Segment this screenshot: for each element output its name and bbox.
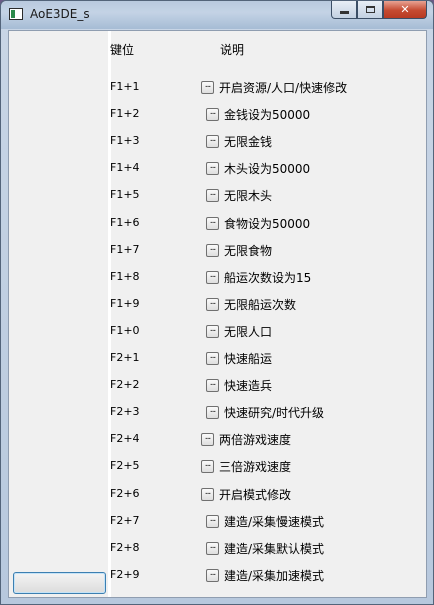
ellipsis-button[interactable]: ... <box>206 243 219 257</box>
hotkey-row: F1+4... 木头设为50000 <box>9 159 426 179</box>
hotkey-label: F2+1 <box>110 351 140 364</box>
ellipsis-button[interactable]: ... <box>206 297 219 311</box>
maximize-button[interactable] <box>357 1 383 19</box>
hotkey-row: F1+8... 船运次数设为15 <box>9 268 426 288</box>
hotkey-label: F2+5 <box>110 459 140 473</box>
key-column-header: 键位 <box>110 43 135 57</box>
hotkey-row: F1+7... 无限食物 <box>9 241 426 261</box>
hotkey-description: 金钱设为50000 <box>224 108 311 123</box>
client-area: 键位 说明 F1+1... 开启资源/人口/快速修改 F1+2... 金钱设为5000… <box>8 30 427 598</box>
title-bar[interactable]: AoE3DE_s ✕ <box>1 1 433 29</box>
ellipsis-button[interactable]: ... <box>206 162 219 176</box>
hotkey-description: 无限金钱 <box>224 135 273 150</box>
hotkey-label: F1+0 <box>110 323 140 337</box>
hotkey-row: F2+5... 三倍游戏速度 <box>9 457 426 477</box>
hotkey-description: 建造/采集默认模式 <box>224 541 325 556</box>
close-icon: ✕ <box>400 3 410 16</box>
app-window: AoE3DE_s ✕ 键位 说明 F1+1... 开启资源/人口/快速修改 F1+2… <box>0 0 434 605</box>
hotkey-row: F1+3... 无限金钱 <box>9 132 426 152</box>
hotkey-description: 开启模式修改 <box>219 487 292 502</box>
hotkey-label: F2+4 <box>110 432 140 446</box>
hotkey-label: F1+8 <box>110 269 140 283</box>
ellipsis-button[interactable]: ... <box>206 406 219 420</box>
desc-column-header: 说明 <box>220 43 245 57</box>
hotkey-row: F1+5... 无限木头 <box>9 186 426 206</box>
hotkey-description: 无限食物 <box>224 243 273 258</box>
hotkey-row: F2+3... 快速研究/时代升级 <box>9 403 426 423</box>
hotkey-row: F2+6... 开启模式修改 <box>9 485 426 505</box>
hotkey-row: F2+8... 建造/采集默认模式 <box>9 539 426 559</box>
hotkey-label: F2+3 <box>110 405 140 419</box>
close-button[interactable]: ✕ <box>383 1 427 19</box>
hotkey-row: F2+7... 建造/采集慢速模式 <box>9 512 426 532</box>
hotkey-description: 无限人口 <box>224 324 273 339</box>
ellipsis-button[interactable]: ... <box>201 433 214 447</box>
hotkey-label: F2+9 <box>110 567 140 581</box>
ellipsis-button[interactable]: ... <box>206 352 219 365</box>
hotkey-row: F2+1... 快速船运 <box>9 349 426 369</box>
ellipsis-button[interactable]: ... <box>206 135 219 149</box>
ellipsis-button[interactable]: ... <box>206 568 219 582</box>
hotkey-description: 建造/采集慢速模式 <box>224 514 325 529</box>
hotkey-label: F1+9 <box>110 296 140 310</box>
hotkey-label: F1+4 <box>110 161 140 175</box>
hotkey-label: F1+7 <box>110 242 140 256</box>
hotkey-row: F1+9... 无限船运次数 <box>9 295 426 315</box>
hotkey-description: 食物设为50000 <box>224 216 311 231</box>
hotkey-label: F1+2 <box>110 107 140 121</box>
ellipsis-button[interactable]: ... <box>201 487 214 501</box>
hotkey-label: F2+2 <box>110 378 140 392</box>
hotkey-row: F2+2... 快速造兵 <box>9 376 426 396</box>
ellipsis-button[interactable]: ... <box>201 460 214 474</box>
hotkey-row: F1+2... 金钱设为50000 <box>9 105 426 125</box>
hotkey-description: 船运次数设为15 <box>224 270 312 285</box>
ellipsis-button[interactable]: ... <box>206 379 219 393</box>
app-icon[interactable] <box>9 8 23 20</box>
minimize-icon <box>339 11 349 14</box>
minimize-button[interactable] <box>331 1 357 19</box>
hotkey-row: F2+4... 两倍游戏速度 <box>9 430 426 450</box>
hotkey-description: 无限船运次数 <box>224 297 297 312</box>
hotkey-description: 开启资源/人口/快速修改 <box>219 81 348 95</box>
ellipsis-button[interactable]: ... <box>206 324 219 338</box>
hotkey-row: F1+1... 开启资源/人口/快速修改 <box>9 78 426 98</box>
hotkey-row: F1+0... 无限人口 <box>9 322 426 342</box>
hotkey-description: 建造/采集加速模式 <box>224 568 325 583</box>
ellipsis-button[interactable]: ... <box>206 270 219 284</box>
hotkey-description: 两倍游戏速度 <box>219 433 292 448</box>
hotkey-label: F1+1 <box>110 80 140 93</box>
hotkey-label: F2+8 <box>110 540 140 554</box>
ellipsis-button[interactable]: ... <box>206 514 219 528</box>
ellipsis-button[interactable]: ... <box>206 541 219 555</box>
hotkey-label: F1+6 <box>110 215 140 229</box>
ellipsis-button[interactable]: ... <box>206 108 219 122</box>
window-title: AoE3DE_s <box>30 7 90 21</box>
hotkey-description: 快速造兵 <box>224 379 273 394</box>
hotkey-description: 快速研究/时代升级 <box>224 406 325 421</box>
hotkey-description: 木头设为50000 <box>224 162 311 177</box>
hotkey-label: F2+7 <box>110 513 140 527</box>
hotkey-description: 无限木头 <box>224 189 273 204</box>
hotkey-row: F2+9... 建造/采集加速模式 <box>9 566 426 586</box>
hotkey-label: F2+6 <box>110 486 140 500</box>
hotkey-row: F1+6... 食物设为50000 <box>9 214 426 234</box>
hotkey-label: F1+3 <box>110 134 140 148</box>
caption-buttons: ✕ <box>331 1 427 21</box>
maximize-icon <box>365 6 375 13</box>
ellipsis-button[interactable]: ... <box>201 81 214 94</box>
ellipsis-button[interactable]: ... <box>206 189 219 203</box>
hotkey-description: 快速船运 <box>224 352 273 366</box>
hotkey-label: F1+5 <box>110 188 140 202</box>
hotkey-description: 三倍游戏速度 <box>219 460 292 475</box>
ellipsis-button[interactable]: ... <box>206 216 219 230</box>
